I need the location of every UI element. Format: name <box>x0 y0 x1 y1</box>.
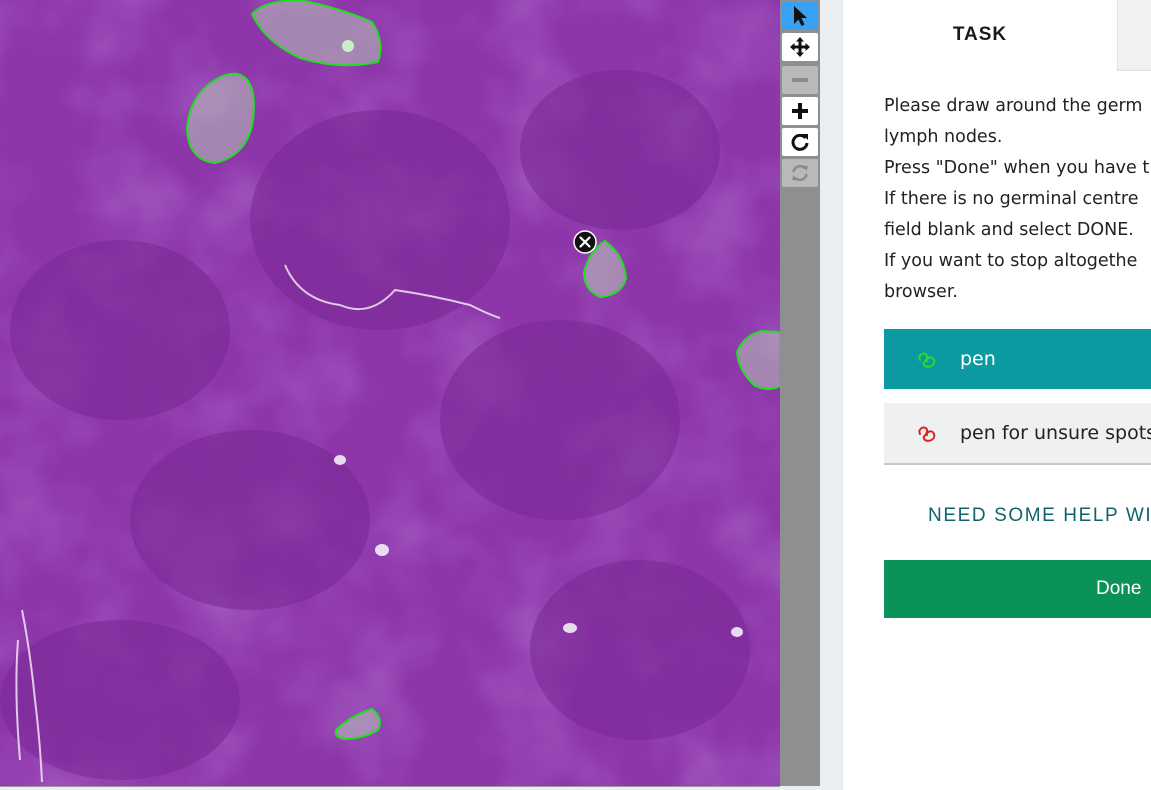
tab-task[interactable]: TASK <box>843 0 1117 70</box>
annotation-layer[interactable] <box>0 0 780 786</box>
instruction-line: Please draw around the germ <box>884 96 1143 116</box>
done-button-label: Done <box>1096 578 1142 599</box>
arrow-pointer-icon <box>791 5 809 27</box>
instruction-line: browser. <box>884 282 958 302</box>
rotate-icon <box>790 132 810 152</box>
done-button[interactable]: Done <box>884 560 1151 618</box>
zoom-out-button[interactable] <box>782 66 818 94</box>
annotation-outline[interactable] <box>250 0 382 67</box>
move-arrows-icon <box>789 36 811 58</box>
annotation-outline[interactable] <box>185 72 255 165</box>
instruction-line: If there is no germinal centre <box>884 189 1139 209</box>
tab-task-label: TASK <box>952 24 1008 45</box>
zoom-in-button[interactable] <box>782 97 818 125</box>
pen-tool-choice[interactable]: pen <box>884 329 1151 389</box>
task-instructions: Please draw around the germ lymph nodes.… <box>884 91 1151 308</box>
rotate-button[interactable] <box>782 128 818 156</box>
need-help-link[interactable]: NEED SOME HELP WI <box>928 505 1151 527</box>
close-circle-icon[interactable] <box>573 230 597 254</box>
reset-view-button[interactable] <box>782 159 818 187</box>
refresh-icon <box>790 163 810 183</box>
task-panel: TASK Please draw around the germ lymph n… <box>842 0 1151 790</box>
pen-scribble-icon <box>916 422 938 444</box>
panel-tabs: TASK <box>843 0 1151 71</box>
pen-tool-label: pen <box>960 348 996 370</box>
tab-tutorial[interactable] <box>1117 0 1151 71</box>
viewer-toolbar <box>780 0 820 786</box>
unsure-pen-tool-label: pen for unsure spots <box>960 422 1151 444</box>
plus-icon <box>790 101 810 121</box>
annotation-outline[interactable] <box>334 707 381 741</box>
image-viewer[interactable] <box>0 0 780 787</box>
instruction-line: If you want to stop altogethe <box>884 251 1138 271</box>
instruction-line: field blank and select DONE. <box>884 220 1134 240</box>
pan-tool-button[interactable] <box>782 33 818 61</box>
instruction-line: Press "Done" when you have t <box>884 158 1150 178</box>
minus-icon <box>790 70 810 90</box>
instruction-line: lymph nodes. <box>884 127 1003 147</box>
annotation-outline[interactable] <box>735 329 780 390</box>
pen-scribble-icon <box>916 348 938 370</box>
unsure-pen-tool-choice[interactable]: pen for unsure spots <box>884 403 1151 465</box>
select-tool-button[interactable] <box>782 2 818 30</box>
